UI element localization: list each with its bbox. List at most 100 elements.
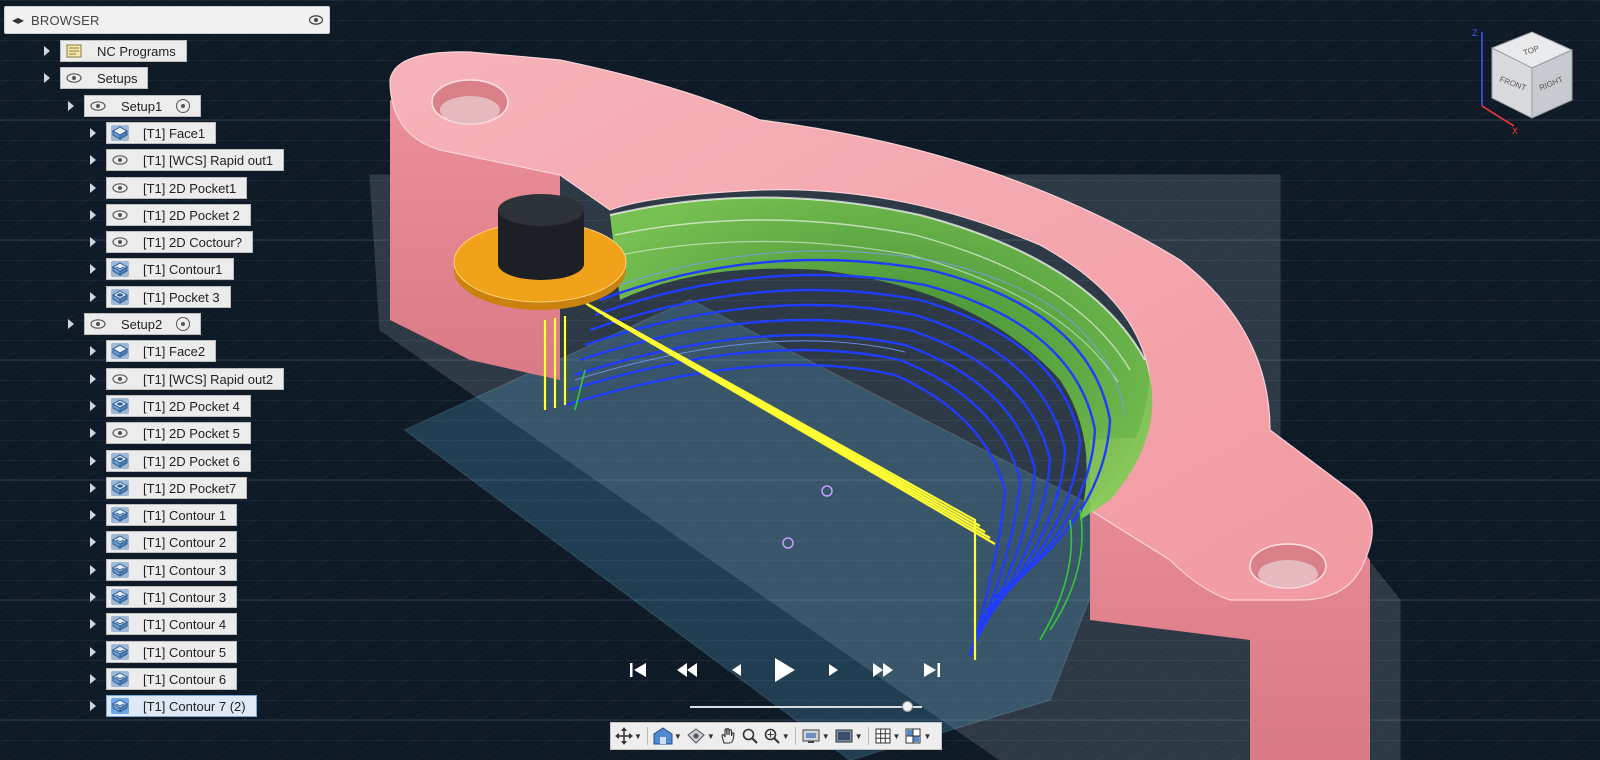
- pocket-operation-icon[interactable]: [111, 289, 129, 305]
- contour-operation-icon[interactable]: [111, 616, 129, 632]
- visibility-eye-icon[interactable]: [111, 180, 129, 196]
- grid-snaps-button[interactable]: ▼: [874, 725, 901, 747]
- browser-tree-item[interactable]: [T1] Face1: [106, 122, 217, 144]
- browser-tree-item[interactable]: [T1] [WCS] Rapid out2: [106, 368, 285, 390]
- browser-tree-item[interactable]: [T1] Contour 6: [106, 668, 238, 690]
- visibility-eye-icon[interactable]: [111, 152, 129, 168]
- browser-tree-item[interactable]: [T1] Contour 3: [106, 586, 238, 608]
- visibility-eye-icon[interactable]: [89, 98, 107, 114]
- contour-operation-icon[interactable]: [111, 507, 129, 523]
- expand-caret-icon[interactable]: [90, 264, 96, 274]
- expand-caret-icon[interactable]: [90, 674, 96, 684]
- browser-tree-item[interactable]: [T1] Contour 7 (2): [106, 695, 257, 717]
- display-settings-button[interactable]: ▼: [801, 725, 830, 747]
- expand-caret-icon[interactable]: [44, 73, 50, 83]
- chevron-down-icon[interactable]: ▼: [634, 732, 642, 741]
- zoom-window-button[interactable]: ▼: [763, 725, 790, 747]
- nc-programs-icon[interactable]: [65, 43, 83, 59]
- zoom-tool-button[interactable]: [741, 725, 759, 747]
- expand-caret-icon[interactable]: [68, 319, 74, 329]
- pocket-operation-icon[interactable]: [111, 453, 129, 469]
- browser-tree-item[interactable]: [T1] 2D Coctour?: [106, 231, 253, 253]
- browser-tree-item[interactable]: Setup2: [84, 313, 202, 335]
- browser-tree-item[interactable]: [T1] [WCS] Rapid out1: [106, 149, 285, 171]
- step-back-multiple-button[interactable]: [669, 652, 705, 688]
- visibility-eye-icon[interactable]: [111, 425, 129, 441]
- go-to-end-button[interactable]: [914, 652, 950, 688]
- visibility-eye-icon[interactable]: [89, 316, 107, 332]
- browser-tree-item[interactable]: [T1] Contour 5: [106, 641, 238, 663]
- chevron-down-icon[interactable]: ▼: [855, 732, 863, 741]
- browser-tree-item[interactable]: [T1] Contour 1: [106, 504, 238, 526]
- expand-caret-icon[interactable]: [90, 592, 96, 602]
- visibility-eye-icon[interactable]: [65, 70, 83, 86]
- visibility-eye-icon[interactable]: [111, 371, 129, 387]
- expand-caret-icon[interactable]: [90, 510, 96, 520]
- browser-tree-item[interactable]: [T1] Contour1: [106, 258, 234, 280]
- timeline-handle[interactable]: [902, 701, 913, 712]
- browser-panel-header[interactable]: ◂▸ BROWSER: [4, 6, 330, 34]
- contour-operation-icon[interactable]: [111, 644, 129, 660]
- visibility-eye-icon[interactable]: [111, 234, 129, 250]
- viewports-button[interactable]: ▼: [904, 725, 931, 747]
- expand-caret-icon[interactable]: [90, 647, 96, 657]
- chevron-down-icon[interactable]: ▼: [707, 732, 715, 741]
- expand-caret-icon[interactable]: [90, 292, 96, 302]
- browser-tree-item[interactable]: [T1] Contour 4: [106, 613, 238, 635]
- pocket-operation-icon[interactable]: [111, 480, 129, 496]
- step-forward-button[interactable]: [816, 652, 852, 688]
- browser-tree-item[interactable]: [T1] 2D Pocket1: [106, 177, 248, 199]
- expand-caret-icon[interactable]: [90, 237, 96, 247]
- browser-tree-item[interactable]: NC Programs: [60, 40, 187, 62]
- browser-tree-item[interactable]: [T1] 2D Pocket 2: [106, 204, 251, 226]
- browser-tree-item[interactable]: Setups: [60, 67, 149, 89]
- expand-caret-icon[interactable]: [90, 483, 96, 493]
- contour-operation-icon[interactable]: [111, 534, 129, 550]
- orbit-tool-button[interactable]: ▼: [615, 725, 642, 747]
- browser-tree-item[interactable]: Setup1: [84, 95, 202, 117]
- chevron-down-icon[interactable]: ▼: [893, 732, 901, 741]
- collapse-panel-icon[interactable]: ◂▸: [5, 13, 31, 27]
- face-operation-icon[interactable]: [111, 343, 129, 359]
- expand-caret-icon[interactable]: [90, 619, 96, 629]
- activate-setup-icon[interactable]: [176, 317, 191, 331]
- expand-caret-icon[interactable]: [68, 101, 74, 111]
- pocket-operation-icon[interactable]: [111, 398, 129, 414]
- contour-operation-icon[interactable]: [111, 261, 129, 277]
- simulation-timeline-slider[interactable]: [690, 700, 922, 714]
- chevron-down-icon[interactable]: ▼: [674, 732, 682, 741]
- expand-caret-icon[interactable]: [90, 456, 96, 466]
- view-cube[interactable]: TOP FRONT RIGHT Z X: [1462, 26, 1582, 136]
- face-operation-icon[interactable]: [111, 125, 129, 141]
- expand-caret-icon[interactable]: [90, 565, 96, 575]
- contour-operation-icon[interactable]: [111, 698, 129, 714]
- play-button[interactable]: [767, 652, 803, 688]
- expand-caret-icon[interactable]: [44, 46, 50, 56]
- timeline-track[interactable]: [690, 706, 922, 708]
- visual-style-button[interactable]: ▼: [834, 725, 863, 747]
- expand-caret-icon[interactable]: [90, 155, 96, 165]
- step-forward-multiple-button[interactable]: [865, 652, 901, 688]
- expand-caret-icon[interactable]: [90, 210, 96, 220]
- browser-tree-item[interactable]: [T1] 2D Pocket 4: [106, 395, 251, 417]
- expand-caret-icon[interactable]: [90, 128, 96, 138]
- expand-caret-icon[interactable]: [90, 346, 96, 356]
- contour-operation-icon[interactable]: [111, 671, 129, 687]
- activate-setup-icon[interactable]: [176, 99, 191, 113]
- home-view-button[interactable]: ▼: [653, 725, 682, 747]
- browser-tree-item[interactable]: [T1] Contour 2: [106, 531, 238, 553]
- expand-caret-icon[interactable]: [90, 428, 96, 438]
- expand-caret-icon[interactable]: [90, 374, 96, 384]
- visibility-eye-icon[interactable]: [111, 207, 129, 223]
- contour-operation-icon[interactable]: [111, 589, 129, 605]
- browser-tree-item[interactable]: [T1] 2D Pocket7: [106, 477, 248, 499]
- visibility-eye-icon[interactable]: [303, 15, 329, 25]
- contour-operation-icon[interactable]: [111, 562, 129, 578]
- expand-caret-icon[interactable]: [90, 183, 96, 193]
- chevron-down-icon[interactable]: ▼: [782, 732, 790, 741]
- browser-tree-item[interactable]: [T1] 2D Pocket 5: [106, 422, 251, 444]
- look-at-button[interactable]: ▼: [686, 725, 715, 747]
- expand-caret-icon[interactable]: [90, 401, 96, 411]
- go-to-start-button[interactable]: [620, 652, 656, 688]
- browser-tree-item[interactable]: [T1] Face2: [106, 340, 217, 362]
